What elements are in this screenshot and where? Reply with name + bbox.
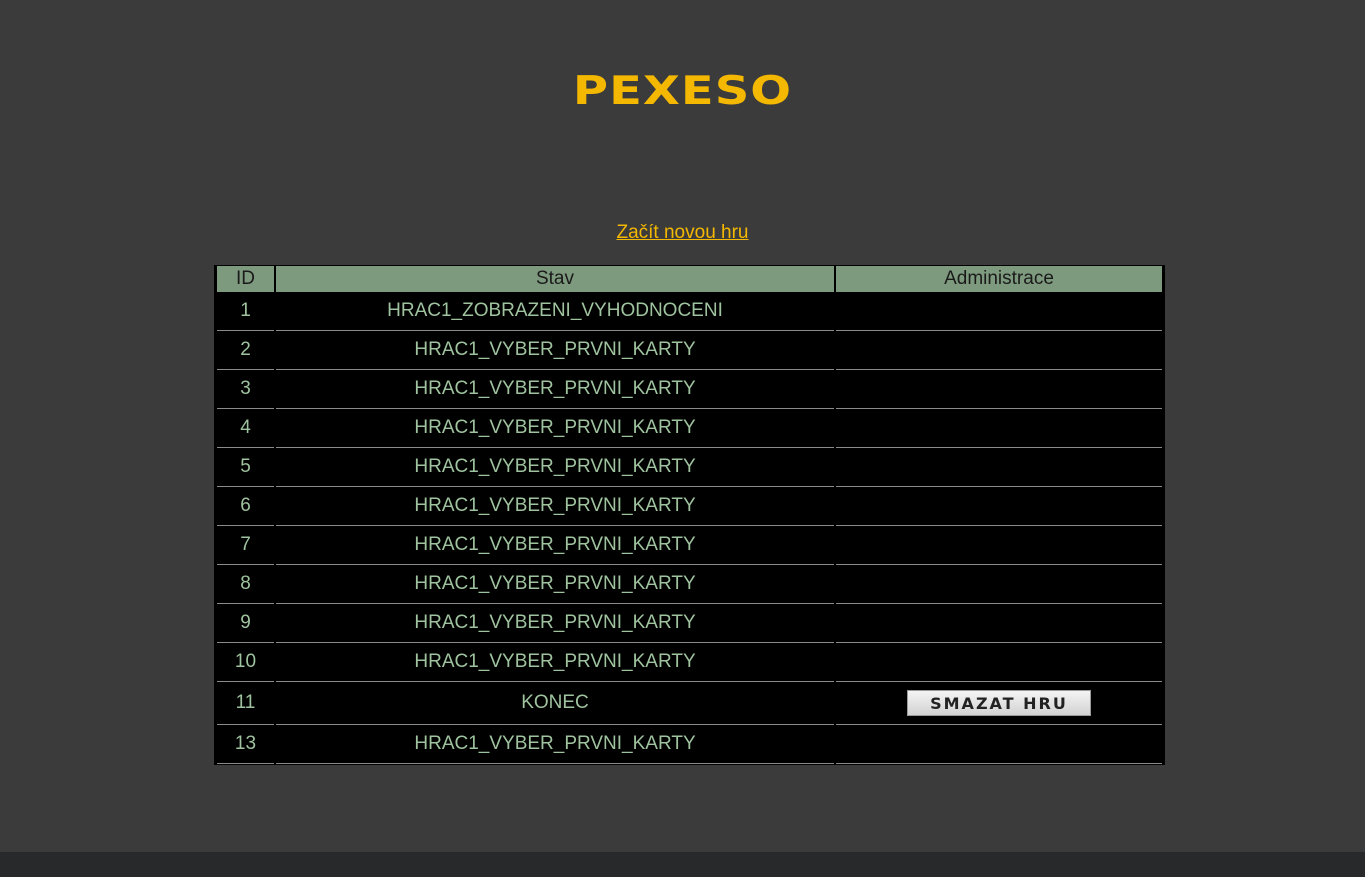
cell-id: 7 <box>217 526 274 565</box>
cell-admin <box>836 604 1162 643</box>
header-administrace: Administrace <box>836 266 1162 292</box>
games-table: ID Stav Administrace 1 HRAC1_ZOBRAZENI_V… <box>214 265 1165 765</box>
cell-admin <box>836 565 1162 604</box>
cell-stav: HRAC1_VYBER_PRVNI_KARTY <box>276 331 834 370</box>
table-row: 4 HRAC1_VYBER_PRVNI_KARTY <box>217 409 1162 448</box>
cell-stav: HRAC1_VYBER_PRVNI_KARTY <box>276 526 834 565</box>
header-stav: Stav <box>276 266 834 292</box>
cell-id: 3 <box>217 370 274 409</box>
cell-id: 11 <box>217 682 274 725</box>
table-row: 11 KONEC SMAZAT HRU <box>217 682 1162 725</box>
cell-admin <box>836 292 1162 331</box>
cell-stav: HRAC1_VYBER_PRVNI_KARTY <box>276 487 834 526</box>
cell-admin <box>836 487 1162 526</box>
table-row: 8 HRAC1_VYBER_PRVNI_KARTY <box>217 565 1162 604</box>
table-row: 13 HRAC1_VYBER_PRVNI_KARTY <box>217 725 1162 764</box>
cell-id: 5 <box>217 448 274 487</box>
cell-admin <box>836 331 1162 370</box>
table-row: 9 HRAC1_VYBER_PRVNI_KARTY <box>217 604 1162 643</box>
cell-stav: KONEC <box>276 682 834 725</box>
cell-id: 1 <box>217 292 274 331</box>
cell-stav: HRAC1_VYBER_PRVNI_KARTY <box>276 604 834 643</box>
cell-id: 4 <box>217 409 274 448</box>
cell-admin <box>836 370 1162 409</box>
cell-admin <box>836 448 1162 487</box>
cell-id: 2 <box>217 331 274 370</box>
cell-stav: HRAC1_ZOBRAZENI_VYHODNOCENI <box>276 292 834 331</box>
cell-id: 8 <box>217 565 274 604</box>
table-row: 1 HRAC1_ZOBRAZENI_VYHODNOCENI <box>217 292 1162 331</box>
cell-id: 9 <box>217 604 274 643</box>
table-row: 6 HRAC1_VYBER_PRVNI_KARTY <box>217 487 1162 526</box>
cell-stav: HRAC1_VYBER_PRVNI_KARTY <box>276 409 834 448</box>
cell-admin <box>836 526 1162 565</box>
table-row: 10 HRAC1_VYBER_PRVNI_KARTY <box>217 643 1162 682</box>
cell-admin <box>836 725 1162 764</box>
cell-id: 6 <box>217 487 274 526</box>
footer-bar <box>0 852 1365 877</box>
table-row: 5 HRAC1_VYBER_PRVNI_KARTY <box>217 448 1162 487</box>
cell-admin <box>836 409 1162 448</box>
cell-stav: HRAC1_VYBER_PRVNI_KARTY <box>276 725 834 764</box>
table-row: 7 HRAC1_VYBER_PRVNI_KARTY <box>217 526 1162 565</box>
table-row: 3 HRAC1_VYBER_PRVNI_KARTY <box>217 370 1162 409</box>
new-game-container: Začít novou hru <box>0 221 1365 245</box>
cell-id: 10 <box>217 643 274 682</box>
logo: PEXESO <box>572 68 793 114</box>
cell-stav: HRAC1_VYBER_PRVNI_KARTY <box>276 643 834 682</box>
new-game-link[interactable]: Začít novou hru <box>616 222 748 243</box>
cell-stav: HRAC1_VYBER_PRVNI_KARTY <box>276 448 834 487</box>
cell-stav: HRAC1_VYBER_PRVNI_KARTY <box>276 370 834 409</box>
cell-id: 13 <box>217 725 274 764</box>
header-id: ID <box>217 266 274 292</box>
cell-stav: HRAC1_VYBER_PRVNI_KARTY <box>276 565 834 604</box>
table-row: 2 HRAC1_VYBER_PRVNI_KARTY <box>217 331 1162 370</box>
cell-admin: SMAZAT HRU <box>836 682 1162 725</box>
cell-admin <box>836 643 1162 682</box>
delete-game-button[interactable]: SMAZAT HRU <box>907 690 1091 716</box>
table-header-row: ID Stav Administrace <box>217 266 1162 292</box>
